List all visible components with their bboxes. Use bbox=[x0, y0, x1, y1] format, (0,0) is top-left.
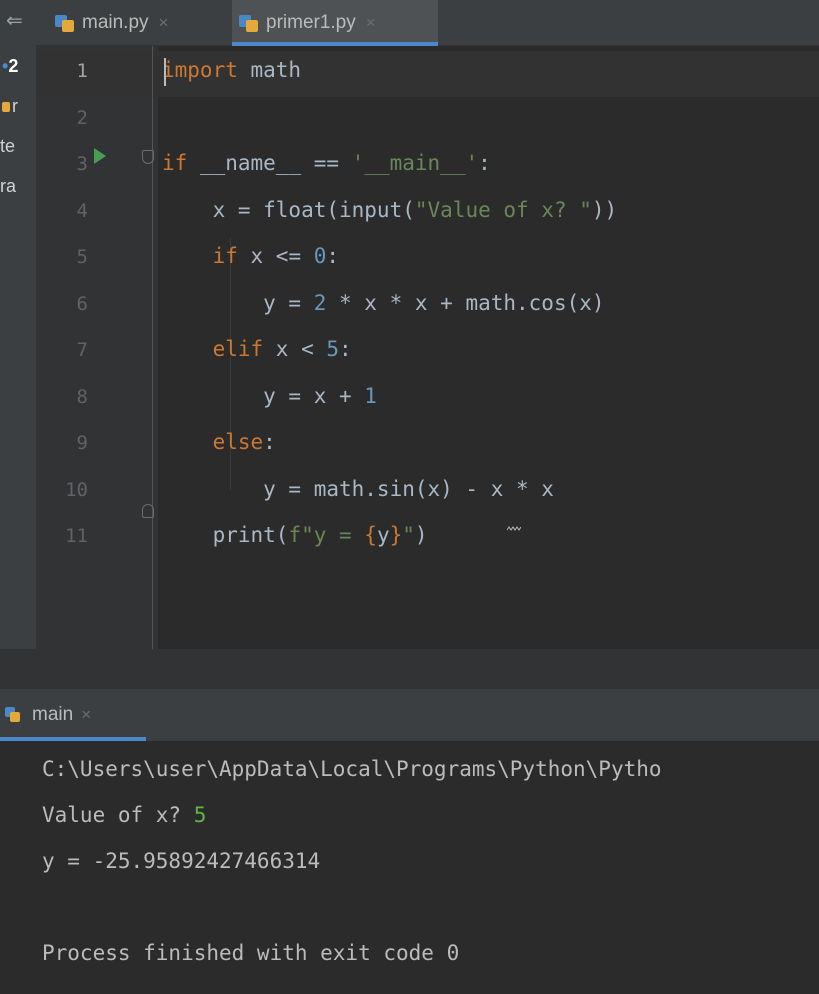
console-exit-message: Process finished with exit code 0 bbox=[42, 941, 460, 965]
console-result: y = -25.95892427466314 bbox=[42, 849, 321, 873]
code-token: ) bbox=[414, 523, 428, 547]
code-token: math bbox=[237, 58, 302, 82]
code-token: 2 bbox=[313, 290, 327, 315]
warning-squiggle bbox=[507, 526, 521, 531]
code-line[interactable]: y = math.sin(x) - x * x bbox=[162, 477, 554, 501]
code-token: 1 bbox=[364, 383, 377, 408]
code-token: 0 bbox=[313, 244, 327, 268]
line-number: 11 bbox=[65, 525, 88, 547]
code-token: elif bbox=[212, 337, 264, 361]
collapse-icon[interactable]: ⇐ bbox=[6, 8, 23, 32]
project-toolwindow-header: ⇐ bbox=[0, 0, 36, 46]
line-number: 9 bbox=[76, 432, 88, 454]
code-token: : bbox=[263, 430, 276, 454]
tab-run-main[interactable]: main × bbox=[0, 689, 146, 741]
run-tab-label: main bbox=[32, 704, 74, 725]
line-number: 8 bbox=[76, 385, 88, 408]
console-prompt-line: Value of x? 5 bbox=[42, 803, 207, 827]
project-panel: •2 r te ra bbox=[0, 46, 36, 689]
code-token: " bbox=[402, 523, 415, 547]
python-run-icon bbox=[4, 706, 22, 724]
code-token: y = math.sin(x) - x * x bbox=[162, 476, 554, 501]
code-token: : bbox=[478, 151, 491, 175]
code-line[interactable]: if __name__ == '__main__': bbox=[162, 151, 491, 175]
code-line[interactable]: print(f"y = {y}") bbox=[162, 523, 428, 547]
close-icon[interactable]: × bbox=[159, 13, 169, 33]
line-number: 1 bbox=[76, 60, 88, 82]
code-token: if bbox=[212, 244, 238, 268]
code-token: import bbox=[162, 58, 238, 82]
code-token: { bbox=[364, 523, 377, 547]
tab-primer1-py[interactable]: primer1.py × bbox=[232, 0, 438, 46]
gutter-divider bbox=[152, 46, 153, 649]
project-item[interactable]: r bbox=[2, 96, 18, 117]
code-line[interactable]: if x <= 0: bbox=[162, 244, 339, 268]
line-number: 4 bbox=[76, 199, 88, 222]
close-icon[interactable]: × bbox=[366, 13, 376, 33]
line-number: 5 bbox=[76, 246, 88, 268]
code-token: "Value of x? " bbox=[414, 197, 592, 222]
code-token: else bbox=[212, 430, 264, 454]
text-caret bbox=[164, 58, 166, 86]
code-token: )) bbox=[591, 197, 618, 222]
code-line[interactable]: else: bbox=[162, 430, 276, 454]
tab-main-py[interactable]: main.py × bbox=[50, 0, 218, 46]
code-line[interactable]: y = 2 * x * x + math.cos(x) bbox=[162, 290, 605, 315]
tab-label: primer1.py bbox=[266, 12, 356, 33]
run-play-icon[interactable] bbox=[94, 148, 106, 164]
code-token: x <= bbox=[237, 244, 314, 268]
code-token: : bbox=[326, 244, 340, 268]
code-token: if bbox=[162, 151, 188, 175]
code-token: x < bbox=[263, 337, 327, 361]
code-line[interactable]: import math bbox=[162, 58, 301, 82]
code-line[interactable]: y = x + 1 bbox=[162, 384, 377, 408]
code-token: f"y = bbox=[288, 523, 365, 547]
tab-label: main.py bbox=[82, 12, 149, 33]
code-line[interactable]: x = float(input("Value of x? ")) bbox=[162, 197, 618, 222]
fold-icon[interactable] bbox=[142, 150, 154, 164]
code-token: y = x + bbox=[162, 383, 365, 408]
python-file-icon bbox=[54, 12, 76, 34]
project-item[interactable]: ra bbox=[0, 176, 16, 197]
project-item[interactable]: •2 bbox=[2, 56, 18, 77]
editor-tab-bar: ⇐ main.py × primer1.py × bbox=[0, 0, 819, 46]
code-token: x = float(input( bbox=[162, 197, 415, 222]
close-icon[interactable]: × bbox=[81, 705, 91, 725]
python-file-icon bbox=[2, 102, 10, 112]
code-token: y bbox=[376, 523, 390, 547]
panel-splitter[interactable] bbox=[0, 649, 819, 689]
code-token: '__main__' bbox=[351, 151, 479, 175]
current-line-highlight bbox=[36, 51, 819, 97]
line-number: 6 bbox=[76, 292, 88, 315]
code-token: y = bbox=[162, 290, 314, 315]
line-number: 10 bbox=[65, 478, 88, 501]
line-number: 7 bbox=[76, 339, 88, 361]
console-command: C:\Users\user\AppData\Local\Programs\Pyt… bbox=[42, 757, 662, 781]
run-tab-bar: main × bbox=[0, 689, 819, 741]
console-user-input: 5 bbox=[193, 803, 207, 827]
run-console[interactable]: C:\Users\user\AppData\Local\Programs\Pyt… bbox=[0, 741, 819, 994]
line-number: 2 bbox=[76, 106, 88, 129]
project-item[interactable]: te bbox=[0, 136, 15, 157]
code-line[interactable]: elif x < 5: bbox=[162, 337, 352, 361]
code-token: * x * x + math.cos(x) bbox=[326, 290, 605, 315]
code-token: : bbox=[339, 337, 352, 361]
code-token: __name__ == bbox=[187, 151, 352, 175]
code-token: print( bbox=[162, 523, 289, 547]
fold-end-icon[interactable] bbox=[142, 504, 154, 518]
code-token: } bbox=[389, 523, 403, 547]
python-file-icon bbox=[238, 12, 260, 34]
line-number: 3 bbox=[76, 153, 88, 175]
code-token: 5 bbox=[326, 337, 340, 361]
